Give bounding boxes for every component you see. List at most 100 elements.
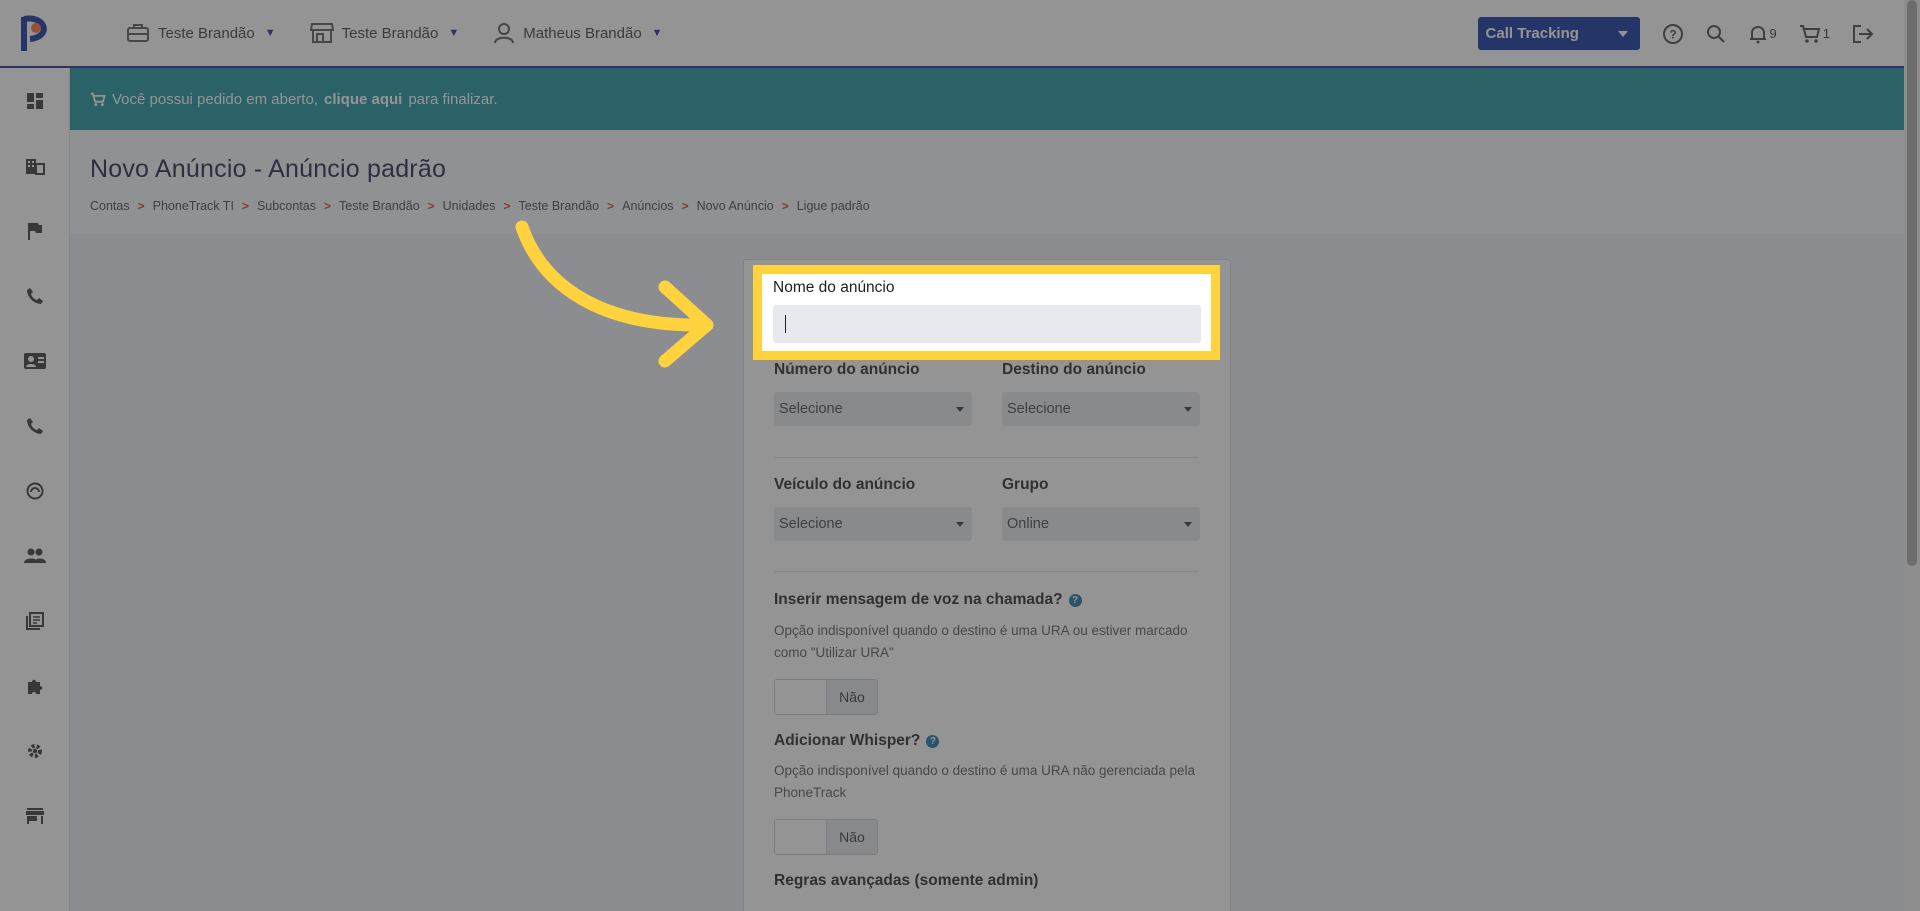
breadcrumb-separator: > — [427, 199, 435, 213]
puzzle-icon — [27, 679, 42, 694]
caret-down-icon — [1184, 521, 1192, 527]
breadcrumb-separator: > — [681, 199, 689, 213]
whisper-toggle-label: Não — [827, 820, 877, 854]
breadcrumb-separator: > — [781, 199, 789, 213]
breadcrumb-item[interactable]: Novo Anúncio — [697, 199, 774, 213]
sidebar — [0, 68, 70, 911]
sidebar-item-users[interactable] — [0, 523, 69, 588]
open-order-banner: Você possui pedido em aberto, clique aqu… — [70, 68, 1904, 130]
breadcrumb-separator: > — [607, 199, 615, 213]
voz-note: Opção indisponível quando o destino é um… — [774, 623, 1188, 660]
search-button[interactable] — [1706, 24, 1726, 44]
banner-text-suffix: para finalizar. — [408, 90, 498, 108]
sidebar-item-monitor[interactable] — [0, 458, 69, 523]
phone-icon — [26, 417, 43, 434]
store-icon — [25, 807, 44, 824]
scrollbar-thumb[interactable] — [1907, 0, 1917, 566]
flag-icon — [27, 222, 42, 240]
sidebar-item-calls[interactable] — [0, 263, 69, 328]
voz-toggle[interactable]: Não — [774, 679, 878, 715]
phonetrack-logo[interactable] — [0, 0, 70, 66]
user-menu[interactable]: Matheus Brandão ▼ — [493, 22, 663, 44]
veiculo-label: Veículo do anúncio — [774, 476, 916, 493]
top-bar: Teste Brandão ▼ Teste Brandão ▼ Matheus … — [0, 0, 1904, 68]
bell-icon — [1749, 25, 1766, 43]
cart-button[interactable]: 1 — [1799, 24, 1830, 44]
product-select-label: Call Tracking — [1485, 25, 1579, 42]
destino-select[interactable]: Selecione — [1002, 392, 1200, 426]
help-button[interactable]: ? — [1662, 23, 1684, 45]
text-cursor — [785, 315, 786, 333]
divider — [774, 571, 1198, 572]
cart-icon — [90, 92, 106, 106]
notifications-count: 9 — [1769, 26, 1777, 41]
help-icon: ? — [1662, 23, 1683, 44]
breadcrumb-item[interactable]: Teste Brandão — [339, 199, 420, 213]
help-icon[interactable]: ? — [926, 735, 940, 748]
whisper-toggle[interactable]: Não — [774, 819, 878, 855]
caret-down-icon — [956, 406, 964, 412]
regras-label: Regras avançadas (somente admin) — [774, 872, 1039, 889]
breadcrumb: Contas > PhoneTrack TI > Subcontas > Teste … — [90, 199, 1904, 213]
sidebar-item-phone-numbers[interactable] — [0, 393, 69, 458]
breadcrumb-item[interactable]: PhoneTrack TI — [153, 199, 234, 213]
numero-select[interactable]: Selecione — [774, 392, 972, 426]
voz-label: Inserir mensagem de voz na chamada?? — [774, 591, 1082, 609]
caret-down-icon — [956, 521, 964, 527]
numero-label: Número do anúncio — [774, 361, 920, 378]
account-menu[interactable]: Teste Brandão ▼ — [126, 23, 276, 43]
pointer-arrow-icon — [515, 220, 714, 368]
breadcrumb-separator: > — [324, 199, 332, 213]
breadcrumb-item[interactable]: Subcontas — [257, 199, 316, 213]
sidebar-item-settings[interactable] — [0, 718, 69, 783]
breadcrumb-item[interactable]: Teste Brandão — [519, 199, 600, 213]
destino-label: Destino do anúncio — [1002, 361, 1146, 378]
search-icon — [1706, 24, 1725, 43]
sidebar-item-reports[interactable] — [0, 588, 69, 653]
sidebar-item-store[interactable] — [0, 783, 69, 848]
chevron-down-icon: ▼ — [264, 27, 276, 39]
highlight-box: Nome do anúncio — [753, 265, 1220, 360]
ad-name-input[interactable] — [773, 305, 1201, 343]
sidebar-item-dashboard[interactable] — [0, 68, 69, 133]
logout-icon — [1853, 24, 1874, 43]
svg-text:?: ? — [1669, 27, 1676, 41]
gear-icon — [27, 743, 42, 758]
unit-menu-label: Teste Brandão — [341, 24, 439, 42]
scrollbar[interactable] — [1904, 0, 1920, 911]
store-icon — [309, 23, 334, 43]
caret-down-icon — [1184, 406, 1192, 412]
banner-link[interactable]: clique aqui — [324, 91, 402, 108]
ad-name-label: Nome do anúncio — [773, 279, 895, 296]
help-icon[interactable]: ? — [1068, 594, 1082, 607]
caret-down-icon — [1617, 30, 1628, 37]
user-icon — [494, 23, 515, 44]
breadcrumb-item-current: Ligue padrão — [796, 199, 870, 213]
veiculo-select[interactable]: Selecione — [774, 507, 972, 541]
breadcrumb-separator: > — [503, 199, 511, 213]
grupo-label: Grupo — [1002, 476, 1049, 493]
breadcrumb-item[interactable]: Contas — [90, 199, 130, 213]
library-icon — [25, 611, 44, 630]
breadcrumb-item[interactable]: Unidades — [443, 199, 496, 213]
logout-button[interactable] — [1852, 24, 1874, 44]
breadcrumb-item[interactable]: Anúncios — [622, 199, 673, 213]
whisper-label: Adicionar Whisper?? — [774, 732, 940, 750]
sidebar-item-accounts[interactable] — [0, 133, 69, 198]
grupo-select[interactable]: Online — [1002, 507, 1200, 541]
product-select[interactable]: Call Tracking — [1477, 17, 1640, 50]
whisper-label-text: Adicionar Whisper? — [774, 732, 921, 749]
veiculo-select-value: Selecione — [779, 516, 843, 532]
chevron-down-icon: ▼ — [448, 27, 460, 39]
grupo-select-value: Online — [1007, 516, 1049, 532]
notifications-button[interactable]: 9 — [1748, 24, 1777, 44]
page-header: Novo Anúncio - Anúncio padrão Contas > Ph… — [70, 130, 1904, 234]
unit-menu[interactable]: Teste Brandão ▼ — [309, 22, 460, 44]
sidebar-item-contacts[interactable] — [0, 328, 69, 393]
sidebar-item-integrations[interactable] — [0, 653, 69, 718]
building-icon — [25, 158, 45, 175]
sidebar-item-campaigns[interactable] — [0, 198, 69, 263]
phone-icon — [26, 287, 43, 304]
voz-label-text: Inserir mensagem de voz na chamada? — [774, 591, 1063, 608]
toggle-knob — [775, 680, 827, 714]
